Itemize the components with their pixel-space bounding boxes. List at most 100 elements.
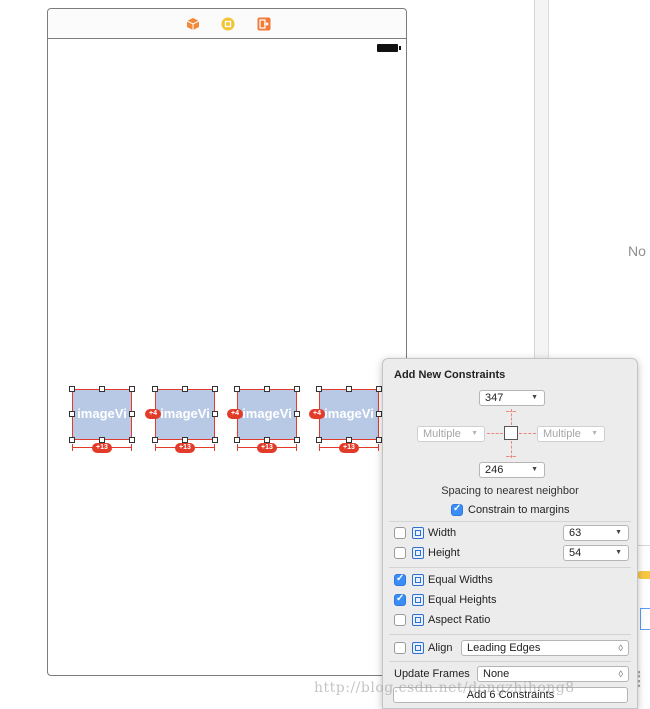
width-constraint-icon xyxy=(412,527,424,539)
exit-icon[interactable] xyxy=(257,17,271,31)
popover-title: Add New Constraints xyxy=(394,369,506,381)
align-label: Align xyxy=(428,642,453,654)
width-label: Width xyxy=(428,527,457,539)
aspect-ratio-icon xyxy=(412,614,424,626)
left-spacing-field[interactable]: Multiple ▼ xyxy=(417,426,485,442)
resize-handle[interactable] xyxy=(234,437,240,443)
align-select[interactable]: Leading Edges ◊ xyxy=(461,640,629,656)
bottom-spacing-field[interactable]: 246 ▼ xyxy=(479,462,545,478)
chevron-down-icon: ▼ xyxy=(615,549,622,556)
top-strut-cap xyxy=(506,411,516,413)
scene-dock xyxy=(48,9,406,39)
resize-handle[interactable] xyxy=(316,386,322,392)
constraint-badge[interactable]: +13 xyxy=(339,443,359,453)
top-spacing-value: 347 xyxy=(485,392,504,404)
height-constraint-icon xyxy=(412,547,424,559)
section-divider xyxy=(389,634,631,635)
stepper-icon: ◊ xyxy=(618,643,623,653)
inspector-field[interactable] xyxy=(640,608,650,630)
resize-handle[interactable] xyxy=(234,386,240,392)
battery-icon xyxy=(377,44,401,52)
section-divider xyxy=(389,567,631,568)
constrain-margins-label: Constrain to margins xyxy=(468,504,570,516)
equal-heights-checkbox[interactable] xyxy=(394,593,406,606)
section-divider xyxy=(389,521,631,522)
resize-handle[interactable] xyxy=(294,386,300,392)
resize-handle[interactable] xyxy=(182,386,188,392)
image-view[interactable]: imageVi xyxy=(319,389,379,440)
align-checkbox[interactable] xyxy=(394,642,406,654)
right-constraint-strut[interactable] xyxy=(519,433,536,435)
resize-handle[interactable] xyxy=(294,437,300,443)
resize-handle[interactable] xyxy=(294,411,300,417)
spacing-constraint-badge[interactable]: +4 xyxy=(227,409,243,419)
resize-handle[interactable] xyxy=(69,386,75,392)
selected-view-box xyxy=(504,426,518,440)
resize-handle[interactable] xyxy=(212,437,218,443)
aspect-ratio-label: Aspect Ratio xyxy=(428,614,491,626)
chevron-down-icon: ▼ xyxy=(591,430,598,437)
resize-handle[interactable] xyxy=(69,411,75,417)
resize-handle[interactable] xyxy=(346,386,352,392)
image-view-label: imageVi xyxy=(324,406,374,421)
chevron-down-icon: ▼ xyxy=(471,430,478,437)
right-spacing-field[interactable]: Multiple ▼ xyxy=(537,426,605,442)
image-view-label: imageVi xyxy=(242,406,292,421)
resize-handle[interactable] xyxy=(212,411,218,417)
right-spacing-value: Multiple xyxy=(543,428,581,440)
watermark: http://blog.csdn.net/dengzhihong8 xyxy=(314,680,575,696)
equal-widths-icon xyxy=(412,574,424,586)
height-value: 54 xyxy=(569,547,582,559)
bottom-strut-cap xyxy=(506,456,516,458)
bottom-spacing-value: 246 xyxy=(485,464,504,476)
cube-icon[interactable] xyxy=(186,17,200,31)
resize-handle[interactable] xyxy=(152,386,158,392)
height-value-field[interactable]: 54 ▼ xyxy=(563,545,629,561)
chevron-down-icon: ▼ xyxy=(531,394,538,401)
left-spacing-value: Multiple xyxy=(423,428,461,440)
resize-handle[interactable] xyxy=(129,437,135,443)
equal-heights-icon xyxy=(412,594,424,606)
constrain-margins-checkbox[interactable] xyxy=(451,503,463,516)
width-value-field[interactable]: 63 ▼ xyxy=(563,525,629,541)
image-view[interactable]: imageVi xyxy=(155,389,215,440)
image-view-label: imageVi xyxy=(77,406,127,421)
equal-widths-label: Equal Widths xyxy=(428,574,493,586)
spacing-constraint-badge[interactable]: +4 xyxy=(145,409,161,419)
align-value: Leading Edges xyxy=(467,642,541,654)
add-constraints-popover: Add New Constraints 347 ▼ Multiple ▼ Multi… xyxy=(382,358,638,709)
chevron-down-icon: ▼ xyxy=(615,529,622,536)
resize-handle[interactable] xyxy=(264,386,270,392)
resize-handle[interactable] xyxy=(129,386,135,392)
resize-handle[interactable] xyxy=(212,386,218,392)
left-constraint-strut[interactable] xyxy=(487,433,503,435)
image-view[interactable]: imageVi xyxy=(72,389,132,440)
update-frames-label: Update Frames xyxy=(394,668,470,680)
aspect-ratio-checkbox[interactable] xyxy=(394,614,406,626)
section-divider xyxy=(389,661,631,662)
spacing-constraint-badge[interactable]: +4 xyxy=(309,409,325,419)
loading-spinner-icon: ⁞ xyxy=(636,667,643,692)
resize-handle[interactable] xyxy=(99,386,105,392)
first-responder-icon[interactable] xyxy=(221,17,235,31)
constraint-badge[interactable]: +13 xyxy=(175,443,195,453)
resize-handle[interactable] xyxy=(316,437,322,443)
resize-handle[interactable] xyxy=(69,437,75,443)
constraint-badge[interactable]: +13 xyxy=(257,443,277,453)
stepper-icon: ◊ xyxy=(618,669,623,679)
equal-widths-checkbox[interactable] xyxy=(394,573,406,586)
equal-heights-label: Equal Heights xyxy=(428,594,497,606)
view-controller-scene[interactable] xyxy=(47,8,407,676)
height-checkbox[interactable] xyxy=(394,547,406,559)
resize-handle[interactable] xyxy=(129,411,135,417)
object-library-item[interactable] xyxy=(637,571,650,579)
spacing-hint: Spacing to nearest neighbor xyxy=(441,485,579,497)
image-view[interactable]: imageVi xyxy=(237,389,297,440)
resize-handle[interactable] xyxy=(152,437,158,443)
height-label: Height xyxy=(428,547,460,559)
update-frames-value: None xyxy=(483,668,510,680)
constraint-badge[interactable]: +13 xyxy=(92,443,112,453)
align-icon xyxy=(412,642,424,654)
top-spacing-field[interactable]: 347 ▼ xyxy=(479,390,545,406)
width-checkbox[interactable] xyxy=(394,527,406,539)
